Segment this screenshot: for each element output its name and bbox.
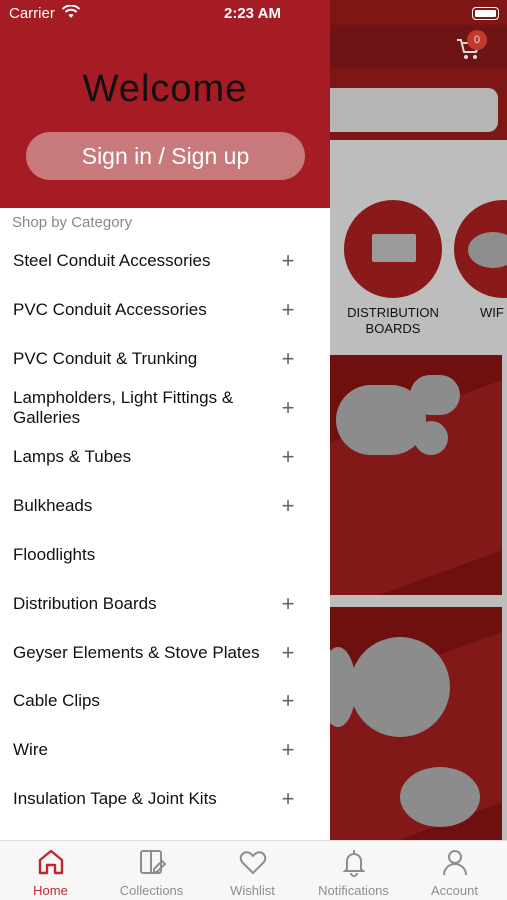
wifi-icon: [62, 5, 80, 18]
category-label: Wire: [13, 740, 48, 760]
category-label: Lampholders, Light Fittings & Galleries: [13, 388, 234, 428]
category-label: Floodlights: [13, 544, 96, 564]
category-item[interactable]: PVC Conduit & Trunking +: [0, 335, 330, 384]
category-label: Bulkheads: [13, 495, 93, 515]
category-item[interactable]: PVC Conduit Accessories +: [0, 286, 330, 335]
shop-by-category-title: Shop by Category: [12, 214, 133, 231]
expand-plus-icon[interactable]: +: [278, 348, 298, 370]
category-item[interactable]: Distribution Boards +: [0, 579, 330, 628]
category-label: Cable Clips: [13, 691, 100, 711]
category-item[interactable]: Lampholders, Light Fittings & Galleries +: [0, 384, 330, 433]
expand-plus-icon[interactable]: +: [278, 641, 298, 663]
category-label: PVC Conduit & Trunking: [13, 349, 198, 369]
category-item[interactable]: Floodlights: [0, 530, 330, 579]
home-icon: [38, 849, 64, 875]
collections-icon: [140, 850, 167, 874]
tab-label: Notifications: [318, 883, 389, 898]
promo-banner-lampholders[interactable]: [330, 607, 502, 840]
category-item[interactable]: Bulkheads +: [0, 481, 330, 530]
category-item[interactable]: Geyser Elements & Stove Plates +: [0, 628, 330, 677]
expand-plus-icon[interactable]: +: [278, 592, 298, 614]
tab-label: Wishlist: [230, 883, 275, 898]
promo-banner-conduit[interactable]: [330, 355, 502, 595]
wire-image: [468, 232, 507, 268]
tab-bar: Home Collections Wishlist Notifications …: [0, 840, 507, 900]
expand-plus-icon[interactable]: +: [278, 299, 298, 321]
welcome-heading: Welcome: [82, 68, 248, 110]
heart-icon: [239, 851, 267, 875]
expand-plus-icon[interactable]: +: [278, 250, 298, 272]
category-label: Steel Conduit Accessories: [13, 251, 211, 271]
clock: 2:23 AM: [224, 5, 281, 22]
tab-home[interactable]: Home: [0, 841, 101, 900]
drawer-header: Welcome Sign in / Sign up: [0, 0, 330, 208]
home-screen-background: 0 DISTRIBUTION BOARDS WIF: [330, 0, 507, 840]
person-icon: [443, 850, 467, 876]
expand-plus-icon[interactable]: +: [278, 494, 298, 516]
battery-icon: [472, 7, 499, 20]
category-circle-distribution-boards[interactable]: [344, 200, 442, 298]
search-bar[interactable]: [330, 88, 498, 132]
category-item[interactable]: Steel Conduit Accessories +: [0, 237, 330, 286]
navigation-drawer: Welcome Sign in / Sign up Shop by Catego…: [0, 0, 330, 840]
category-label-distribution-boards: DISTRIBUTION BOARDS: [347, 305, 439, 336]
category-label-wire: WIF: [480, 305, 504, 320]
category-item[interactable]: Wire +: [0, 726, 330, 775]
expand-plus-icon[interactable]: +: [278, 690, 298, 712]
tab-account[interactable]: Account: [404, 841, 505, 900]
expand-plus-icon[interactable]: +: [278, 739, 298, 761]
expand-plus-icon[interactable]: +: [278, 788, 298, 810]
tab-label: Account: [431, 883, 478, 898]
category-label: Insulation Tape & Joint Kits: [13, 789, 217, 809]
distribution-board-image: [372, 234, 416, 262]
cart-count-badge: 0: [467, 30, 487, 50]
category-label: Lamps & Tubes: [13, 447, 132, 466]
tab-wishlist[interactable]: Wishlist: [202, 841, 303, 900]
bell-icon: [342, 850, 366, 877]
tab-label: Home: [33, 883, 68, 898]
status-bar: Carrier 2:23 AM: [0, 0, 507, 28]
category-list: Steel Conduit Accessories + PVC Conduit Ac…: [0, 237, 330, 824]
sign-in-button[interactable]: Sign in / Sign up: [26, 132, 305, 180]
category-item[interactable]: Insulation Tape & Joint Kits +: [0, 775, 330, 824]
category-label: PVC Conduit Accessories: [13, 300, 207, 320]
tab-collections[interactable]: Collections: [101, 841, 202, 900]
carrier-label: Carrier: [9, 5, 55, 22]
expand-plus-icon[interactable]: +: [278, 446, 298, 468]
category-item[interactable]: Cable Clips +: [0, 677, 330, 726]
expand-plus-icon[interactable]: +: [278, 397, 298, 419]
category-label: Geyser Elements & Stove Plates: [13, 642, 260, 662]
category-label: Distribution Boards: [13, 593, 157, 613]
tab-label: Collections: [119, 883, 184, 898]
category-item[interactable]: Lamps & Tubes +: [0, 433, 330, 482]
tab-notifications[interactable]: Notifications: [303, 841, 404, 900]
